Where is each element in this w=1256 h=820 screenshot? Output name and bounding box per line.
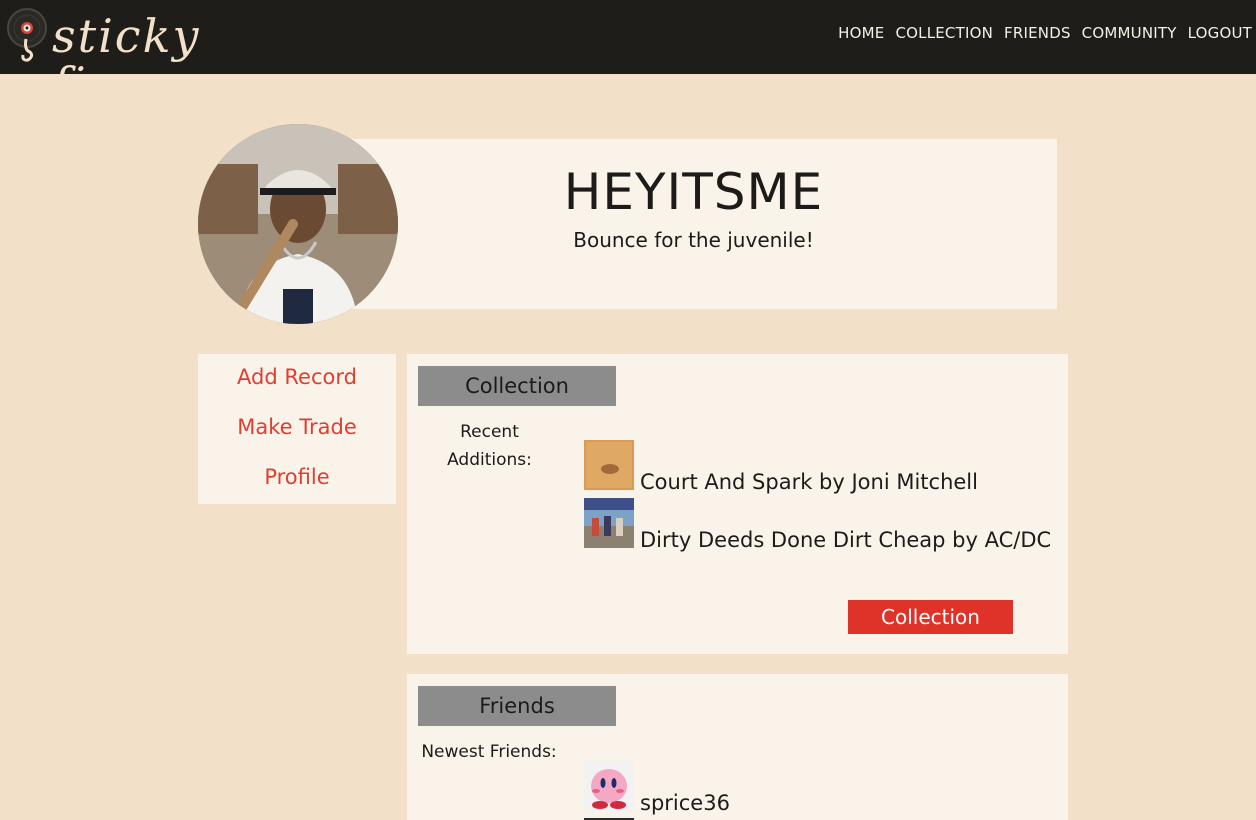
top-navbar: sticky fingers HOME COLLECTION FRIENDS C… <box>0 0 1256 108</box>
recent-additions-label: Recent Additions: <box>447 422 532 470</box>
profile-bio: Bounce for the juvenile! <box>573 228 814 252</box>
site-logo[interactable]: sticky fingers <box>6 6 316 108</box>
collection-item-title: Court And Spark by Joni Mitchell <box>640 470 978 494</box>
logo-wordmark: sticky fingers <box>52 9 230 111</box>
make-trade-link[interactable]: Make Trade <box>198 415 396 439</box>
nav-home-link[interactable]: HOME <box>838 24 884 42</box>
nav-community-link[interactable]: COMMUNITY <box>1082 24 1177 42</box>
record-icon <box>7 8 47 62</box>
collection-panel: Collection Recent Additions: Court And S… <box>407 354 1068 654</box>
profile-link[interactable]: Profile <box>198 465 396 489</box>
friend-name: sprice36 <box>640 791 730 815</box>
add-record-link[interactable]: Add Record <box>198 365 396 389</box>
friends-panel: Friends Newest Friends: sprice36 <box>407 674 1068 820</box>
profile-avatar <box>198 124 398 324</box>
side-menu: Add Record Make Trade Profile <box>198 354 396 504</box>
nav-logout-link[interactable]: LOGOUT <box>1188 24 1252 42</box>
friend-avatar <box>584 761 634 811</box>
collection-item[interactable]: Court And Spark by Joni Mitchell <box>584 440 978 494</box>
collection-panel-title: Collection <box>418 366 616 406</box>
album-cover-dirty-deeds <box>584 498 634 548</box>
newest-friends-label: Newest Friends: <box>421 742 557 762</box>
collection-item-title: Dirty Deeds Done Dirt Cheap by AC/DC <box>640 528 1052 552</box>
main-nav: HOME COLLECTION FRIENDS COMMUNITY LOGOUT <box>838 24 1252 42</box>
friends-panel-title: Friends <box>418 686 616 726</box>
nav-friends-link[interactable]: FRIENDS <box>1004 24 1071 42</box>
nav-collection-link[interactable]: COLLECTION <box>895 24 993 42</box>
view-collection-button[interactable]: Collection <box>848 600 1013 634</box>
avatar-photo <box>198 124 398 324</box>
album-cover-court-and-spark <box>584 440 634 490</box>
profile-username: HEYITSME <box>563 163 824 221</box>
collection-item[interactable]: Dirty Deeds Done Dirt Cheap by AC/DC <box>584 498 1051 552</box>
friend-item[interactable]: sprice36 <box>584 761 730 815</box>
